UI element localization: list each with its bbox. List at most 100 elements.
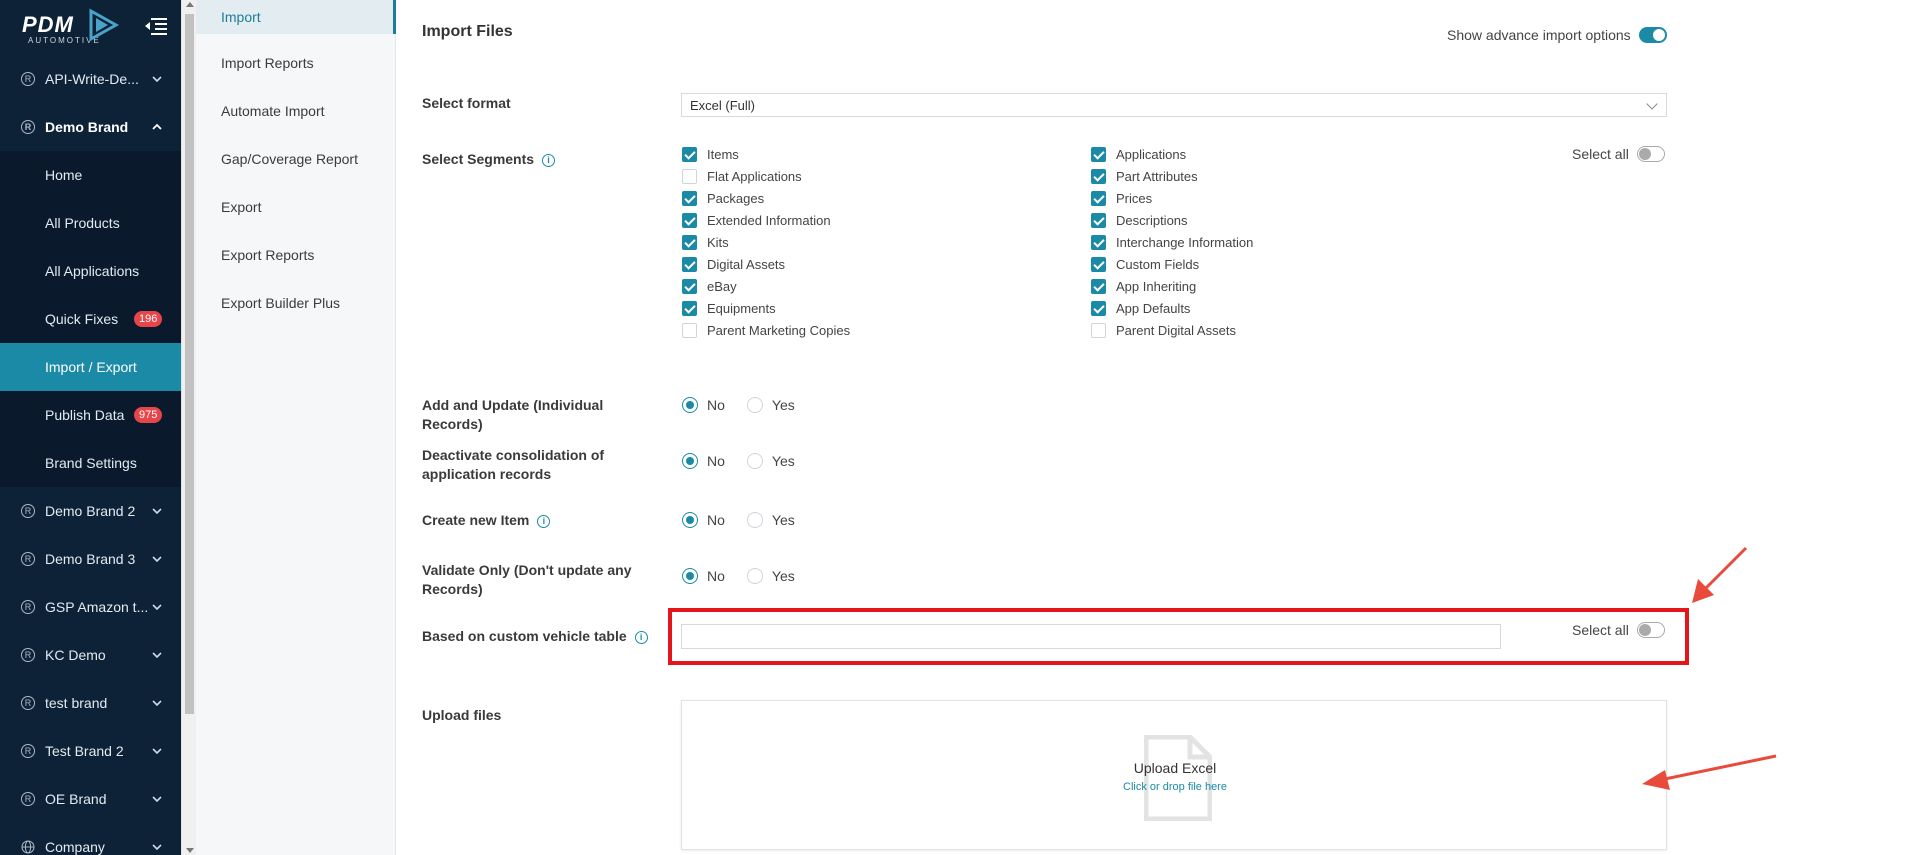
format-select[interactable]: Excel (Full) [681,93,1667,117]
deactivate-yes-option[interactable]: Yes [746,453,795,469]
nav-item-quick-fixes[interactable]: Quick Fixes 196 [0,295,181,343]
checkbox[interactable] [682,301,697,316]
registered-icon: R [21,504,35,518]
checkbox[interactable] [682,147,697,162]
checkbox[interactable] [682,213,697,228]
create-item-yes-option[interactable]: Yes [746,512,795,528]
checkbox[interactable] [1091,169,1106,184]
scrollbar-thumb[interactable] [185,14,194,714]
advanced-options-label: Show advance import options [1447,27,1631,43]
nav-brand-oe-brand[interactable]: R OE Brand [0,775,181,823]
checkbox[interactable] [682,191,697,206]
registered-icon: R [21,696,35,710]
nav-brand-api-write[interactable]: R API-Write-De... [0,55,181,103]
segment-prices[interactable]: Prices [1091,191,1152,206]
nav-brand-test-brand-2[interactable]: R Test Brand 2 [0,727,181,775]
nav-brand-demo-brand[interactable]: R Demo Brand [0,103,181,151]
nav-item-publish-data[interactable]: Publish Data 975 [0,391,181,439]
page-title: Import Files [422,23,513,40]
segments-select-all-toggle[interactable] [1636,146,1665,162]
submenu-item-import[interactable]: Import [196,0,396,34]
advanced-options-toggle[interactable] [1638,27,1667,43]
nav-brand-kc-demo[interactable]: R KC Demo [0,631,181,679]
nav-brand-gsp-amazon[interactable]: R GSP Amazon t... [0,583,181,631]
checkbox[interactable] [682,323,697,338]
checkbox[interactable] [1091,147,1106,162]
submenu-item-automate-import[interactable]: Automate Import [196,94,396,128]
checkbox[interactable] [1091,191,1106,206]
validate-no-option[interactable]: No [682,568,725,584]
checkbox[interactable] [1091,235,1106,250]
upload-hint[interactable]: Click or drop file here [682,781,1668,793]
nav-item-import-export[interactable]: Import / Export [0,343,181,391]
scroll-down-icon[interactable] [186,848,194,853]
radio-no[interactable] [682,397,698,413]
segment-descriptions[interactable]: Descriptions [1091,213,1188,228]
checkbox[interactable] [1091,279,1106,294]
checkbox-label: Extended Information [707,213,831,228]
segment-packages[interactable]: Packages [682,191,764,206]
radio-no[interactable] [682,512,698,528]
pdm-logo[interactable]: PDM AUTOMOTIVE [22,8,122,46]
upload-files-label: Upload files [422,707,502,723]
submenu-item-export[interactable]: Export [196,190,396,224]
segment-part-attributes[interactable]: Part Attributes [1091,169,1198,184]
add-update-no-option[interactable]: No [682,397,725,413]
validate-yes-option[interactable]: Yes [746,568,795,584]
submenu-item-gap-coverage-report[interactable]: Gap/Coverage Report [196,142,396,176]
info-icon[interactable]: i [542,153,556,167]
quick-fixes-badge: 196 [134,311,163,327]
radio-no[interactable] [682,453,698,469]
info-icon[interactable]: i [634,630,648,644]
segment-extended-information[interactable]: Extended Information [682,213,831,228]
segment-items[interactable]: Items [682,147,739,162]
checkbox[interactable] [682,169,697,184]
checkbox[interactable] [1091,257,1106,272]
deactivate-no-option[interactable]: No [682,453,725,469]
nav-item-all-applications[interactable]: All Applications [0,247,181,295]
segment-equipments[interactable]: Equipments [682,301,776,316]
nav-brand-test-brand[interactable]: R test brand [0,679,181,727]
nav-company[interactable]: Company [0,823,181,855]
nav-scrollbar[interactable] [181,0,196,855]
submenu-item-export-reports[interactable]: Export Reports [196,238,396,272]
checkbox[interactable] [682,257,697,272]
segment-interchange-information[interactable]: Interchange Information [1091,235,1253,250]
checkbox[interactable] [1091,213,1106,228]
upload-dropzone[interactable]: Upload Excel Click or drop file here [681,700,1667,850]
segment-applications[interactable]: Applications [1091,147,1186,162]
checkbox[interactable] [682,235,697,250]
segment-ebay[interactable]: eBay [682,279,737,294]
radio-yes[interactable] [746,453,763,469]
nav-brand-demo-brand-3[interactable]: R Demo Brand 3 [0,535,181,583]
nav-item-brand-settings[interactable]: Brand Settings [0,439,181,487]
chevron-down-icon [152,604,162,611]
radio-yes[interactable] [746,397,763,413]
segment-parent-digital-assets[interactable]: Parent Digital Assets [1091,323,1236,338]
chevron-down-icon [152,748,162,755]
add-update-yes-option[interactable]: Yes [746,397,795,413]
radio-no[interactable] [682,568,698,584]
scroll-up-icon[interactable] [186,2,194,7]
nav-item-all-products[interactable]: All Products [0,199,181,247]
radio-yes[interactable] [746,512,763,528]
radio-yes[interactable] [746,568,763,584]
info-icon[interactable]: i [537,514,551,528]
collapse-menu-icon[interactable] [144,16,168,36]
checkbox[interactable] [1091,323,1106,338]
segment-kits[interactable]: Kits [682,235,729,250]
import-files-panel: Import Files Show advance import options… [400,0,1914,855]
segment-app-inheriting[interactable]: App Inheriting [1091,279,1196,294]
nav-item-home[interactable]: Home [0,151,181,199]
create-item-no-option[interactable]: No [682,512,725,528]
segment-custom-fields[interactable]: Custom Fields [1091,257,1199,272]
checkbox[interactable] [1091,301,1106,316]
segment-flat-applications[interactable]: Flat Applications [682,169,802,184]
segment-parent-marketing-copies[interactable]: Parent Marketing Copies [682,323,850,338]
segment-app-defaults[interactable]: App Defaults [1091,301,1190,316]
submenu-item-export-builder-plus[interactable]: Export Builder Plus [196,286,396,320]
nav-brand-demo-brand-2[interactable]: R Demo Brand 2 [0,487,181,535]
segment-digital-assets[interactable]: Digital Assets [682,257,785,272]
submenu-item-import-reports[interactable]: Import Reports [196,46,396,80]
checkbox[interactable] [682,279,697,294]
